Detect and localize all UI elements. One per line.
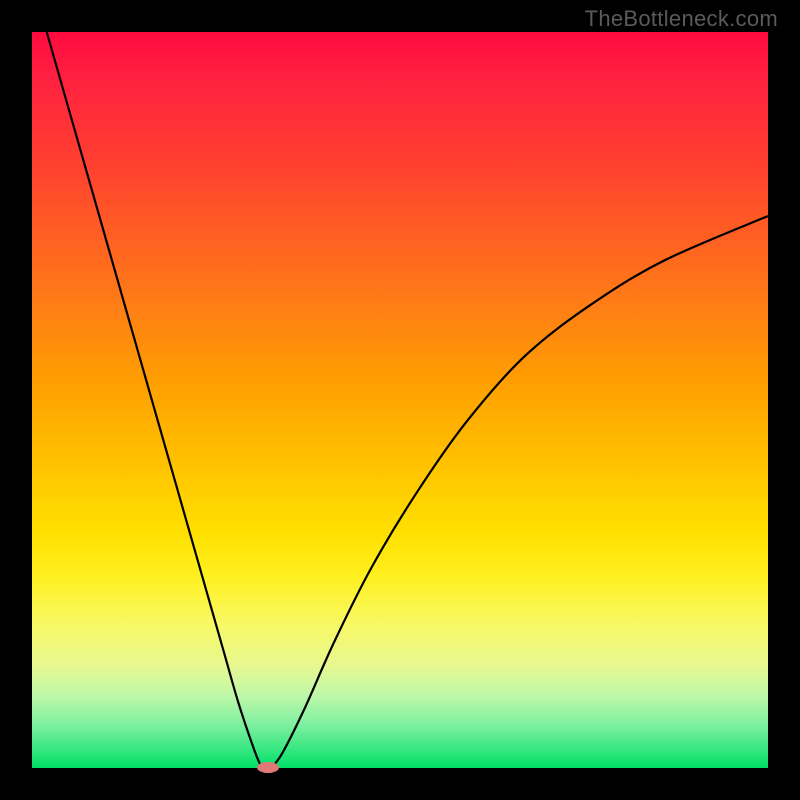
watermark-text: TheBottleneck.com <box>585 6 778 32</box>
curve-svg <box>32 32 768 768</box>
curve-right-branch <box>271 216 768 768</box>
curve-left-branch <box>47 32 264 768</box>
chart-plot-area <box>32 32 768 768</box>
minimum-marker <box>257 762 279 773</box>
